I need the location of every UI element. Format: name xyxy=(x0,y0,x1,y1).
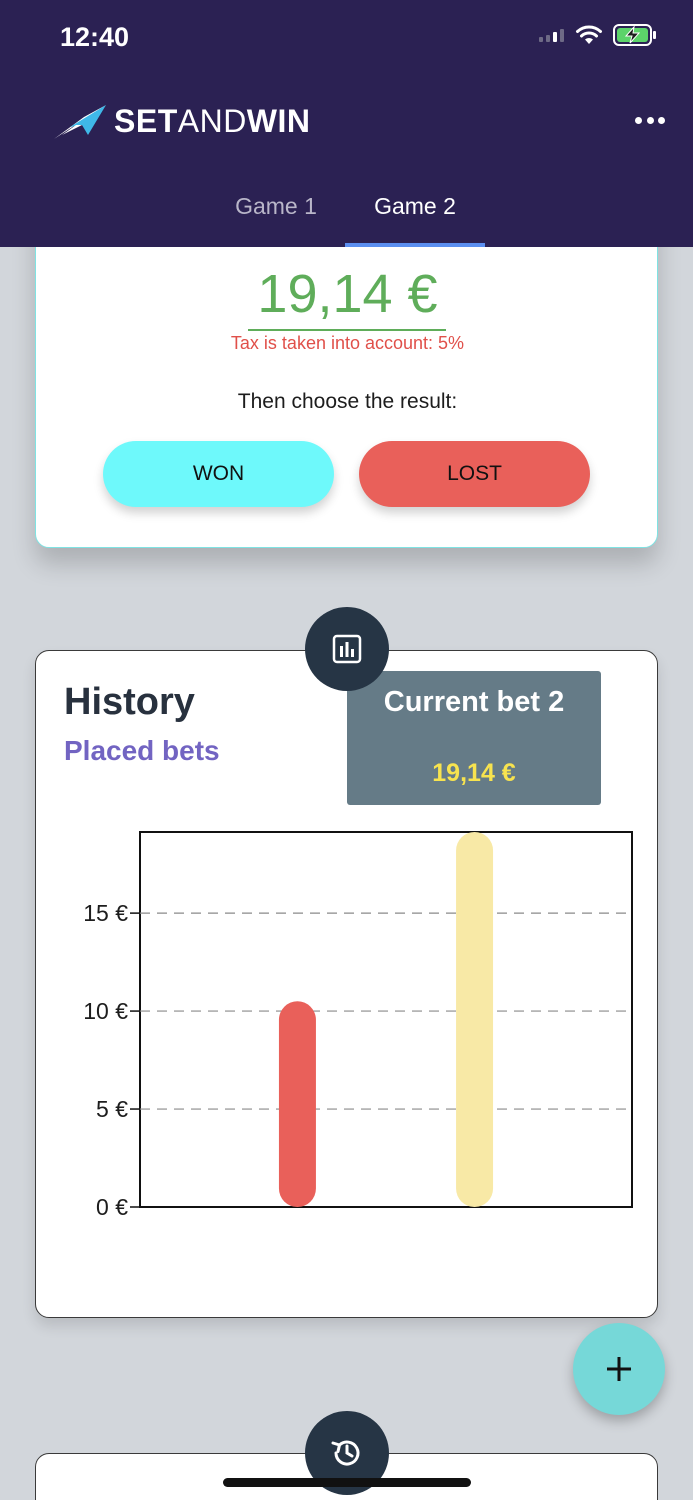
chart-frame xyxy=(139,831,633,1208)
tax-note: Tax is taken into account: 5% xyxy=(230,333,465,353)
y-tick-label: 5 € xyxy=(96,1096,128,1122)
history-card: History Placed bets Current bet 2 19,14 … xyxy=(35,650,658,1318)
home-indicator xyxy=(223,1478,471,1487)
y-tick-label: 10 € xyxy=(83,998,128,1024)
bet-card: 19,14 € Tax is taken into account: 5% Th… xyxy=(35,200,658,548)
plus-icon xyxy=(607,1357,631,1381)
bet-amount[interactable]: 19,14 € xyxy=(36,263,659,325)
game-tabs: Game 1 Game 2 xyxy=(0,180,693,247)
result-prompt: Then choose the result: xyxy=(237,390,458,413)
wifi-icon xyxy=(576,25,602,44)
won-button[interactable]: WON xyxy=(103,441,334,507)
bar-bet-1 xyxy=(278,1001,316,1207)
signal-icon xyxy=(539,29,564,42)
y-tick-label: 0 € xyxy=(96,1194,128,1220)
placed-bets-chart: 0 € 5 € 10 € 15 € xyxy=(83,831,633,1220)
lost-button[interactable]: LOST xyxy=(359,441,590,507)
amount-underline xyxy=(248,329,446,331)
bar-chart-icon xyxy=(305,607,389,691)
add-bet-button[interactable] xyxy=(573,1323,665,1415)
logo-text: SETANDWIN xyxy=(114,103,311,139)
battery-charging-icon xyxy=(613,24,656,46)
tab-game-2[interactable]: Game 2 xyxy=(345,180,485,247)
tab-game-1[interactable]: Game 1 xyxy=(206,180,346,247)
app-logo: SETANDWIN xyxy=(54,103,311,140)
app-header: 12:40 SETANDWIN Game 1 Game 2 xyxy=(0,0,693,247)
active-tab-indicator xyxy=(345,243,485,247)
y-tick-label: 15 € xyxy=(83,900,128,926)
status-time: 12:40 xyxy=(60,22,130,52)
more-horizontal-icon[interactable] xyxy=(635,108,665,132)
status-icons xyxy=(539,24,657,46)
paper-plane-icon xyxy=(54,104,106,139)
bar-bet-2 xyxy=(456,832,494,1207)
